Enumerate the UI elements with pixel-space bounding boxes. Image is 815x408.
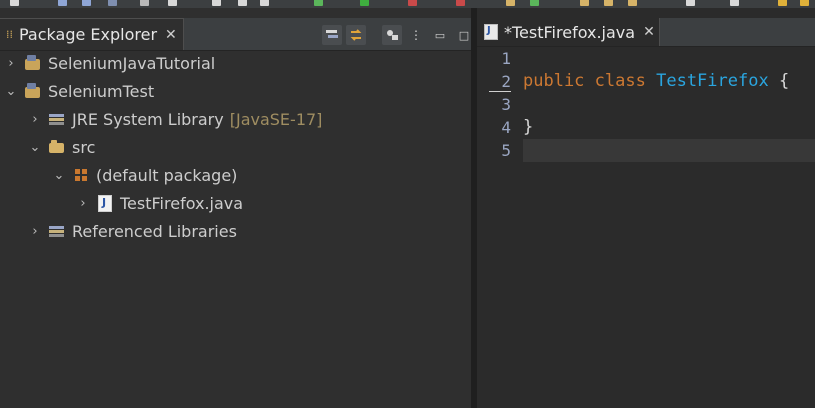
bug-icon[interactable] xyxy=(456,0,465,6)
library-icon xyxy=(48,222,66,240)
minimize-icon[interactable]: ▭ xyxy=(430,25,450,45)
expand-arrow-icon[interactable]: › xyxy=(76,196,90,211)
java-file-icon xyxy=(98,194,112,212)
collapse-all-icon[interactable] xyxy=(322,25,342,45)
save-all-icon[interactable] xyxy=(82,0,91,6)
source-folder-icon xyxy=(48,138,66,156)
format-icon[interactable] xyxy=(238,0,247,6)
package-explorer-view: ⁞⁞ Package Explorer ✕ ⋮ ▭ □ › SeleniumJa… xyxy=(0,8,471,408)
class-name: TestFirefox xyxy=(656,71,769,91)
tree-item-default-package[interactable]: ⌄ (default package) xyxy=(0,161,523,189)
expand-arrow-icon[interactable]: › xyxy=(28,112,42,127)
close-icon[interactable]: ✕ xyxy=(643,24,655,40)
package-explorer-icon: ⁞⁞ xyxy=(6,28,13,41)
debug-icon[interactable] xyxy=(314,0,323,6)
tree-item-referenced-libraries[interactable]: › Referenced Libraries xyxy=(0,217,499,245)
new-java-project-icon[interactable] xyxy=(506,0,515,6)
expand-arrow-icon[interactable]: › xyxy=(28,224,42,239)
tree-item-label: SeleniumTest xyxy=(48,81,155,101)
annotation-icon[interactable] xyxy=(686,0,695,6)
tab-testfirefox-java[interactable]: *TestFirefox.java ✕ xyxy=(477,18,660,46)
tree-item-testfirefox-java[interactable]: › TestFirefox.java xyxy=(0,189,547,217)
save-icon[interactable] xyxy=(58,0,67,6)
new-package-icon[interactable] xyxy=(530,0,539,6)
tree-item-label: src xyxy=(72,137,96,157)
project-icon xyxy=(24,54,42,72)
line-number: 3 xyxy=(501,95,511,114)
keyword: public xyxy=(523,71,585,91)
project-icon xyxy=(24,82,42,100)
folding-marker xyxy=(489,91,511,92)
tree-item-src[interactable]: ⌄ src xyxy=(0,133,499,161)
tree-item-label: Referenced Libraries xyxy=(72,221,237,241)
coverage-icon[interactable] xyxy=(408,0,417,6)
editor-tabbar: *TestFirefox.java ✕ xyxy=(477,18,815,47)
line-number: 2 xyxy=(501,72,511,91)
run-icon[interactable] xyxy=(360,0,369,6)
package-icon xyxy=(72,166,90,184)
tree-item-seleniumjavatutorial[interactable]: › SeleniumJavaTutorial xyxy=(0,49,475,77)
main-toolbar xyxy=(0,0,815,8)
open-resource-icon[interactable] xyxy=(628,0,637,6)
code-line-5-current[interactable] xyxy=(523,139,815,162)
view-menu-icon[interactable]: ⋮ xyxy=(406,25,426,45)
view-toolbar: ⋮ ▭ □ xyxy=(322,24,474,46)
library-icon xyxy=(48,110,66,128)
close-icon[interactable]: ✕ xyxy=(165,27,177,43)
editor-tab-title: *TestFirefox.java xyxy=(504,22,636,42)
collapse-arrow-icon[interactable]: ⌄ xyxy=(52,168,66,183)
line-number: 4 xyxy=(501,118,511,137)
open-folder-icon[interactable] xyxy=(580,0,589,6)
link-with-editor-icon[interactable] xyxy=(346,25,366,45)
tree-item-label: SeleniumJavaTutorial xyxy=(48,53,216,73)
collapse-arrow-icon[interactable]: ⌄ xyxy=(28,140,42,155)
keyword: class xyxy=(594,71,646,91)
pin-editor-icon[interactable] xyxy=(730,0,739,6)
code-line-4[interactable]: } xyxy=(523,116,815,139)
java-file-icon xyxy=(484,24,498,40)
forward-icon[interactable] xyxy=(800,0,809,6)
expand-arrow-icon[interactable]: › xyxy=(4,56,18,71)
java-editor: *TestFirefox.java ✕ 1 2 3 4 5 public cla… xyxy=(477,8,815,408)
tab-package-explorer[interactable]: ⁞⁞ Package Explorer ✕ xyxy=(0,18,184,50)
pin-icon[interactable] xyxy=(168,0,177,6)
search-icon[interactable] xyxy=(140,0,149,6)
tree-item-label: (default package) xyxy=(96,165,238,185)
back-icon[interactable] xyxy=(778,0,787,6)
tab-title: Package Explorer xyxy=(19,25,158,44)
brace: { xyxy=(778,71,790,91)
edit-icon[interactable] xyxy=(212,0,221,6)
line-number-ruler[interactable]: 1 2 3 4 5 xyxy=(477,48,519,408)
tree-item-jre-system-library[interactable]: › JRE System Library [JavaSE-17] xyxy=(0,105,499,133)
code-line-2[interactable]: public class TestFirefox { xyxy=(523,70,815,93)
jre-version-decoration: [JavaSE-17] xyxy=(229,109,323,129)
new-icon[interactable] xyxy=(10,0,19,6)
console-icon[interactable] xyxy=(260,0,269,6)
line-number: 5 xyxy=(501,141,511,160)
tree-item-label: JRE System Library xyxy=(72,109,224,129)
tree-item-seleniumtest[interactable]: ⌄ SeleniumTest xyxy=(0,77,475,105)
filters-icon[interactable] xyxy=(382,25,402,45)
tree-item-label: TestFirefox.java xyxy=(120,193,244,213)
print-icon[interactable] xyxy=(108,0,117,6)
brace: } xyxy=(523,117,534,137)
open-type-icon[interactable] xyxy=(604,0,613,6)
line-number: 1 xyxy=(501,49,511,68)
package-explorer-tabbar: ⁞⁞ Package Explorer ✕ ⋮ ▭ □ xyxy=(0,18,471,51)
collapse-arrow-icon[interactable]: ⌄ xyxy=(4,84,18,99)
